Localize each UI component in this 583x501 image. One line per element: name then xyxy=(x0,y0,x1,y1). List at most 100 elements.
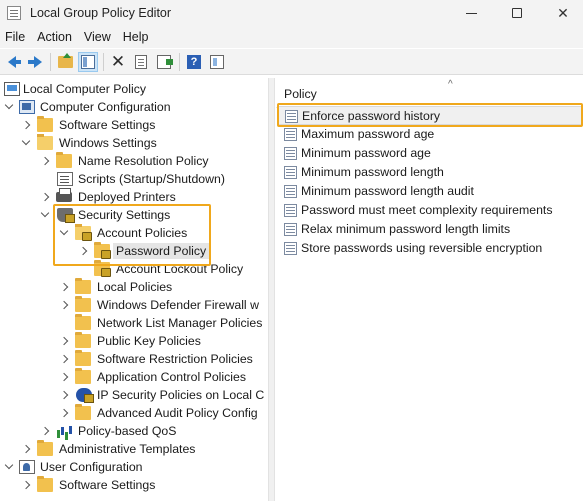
tree-item-user-software-settings[interactable]: Software Settings xyxy=(0,476,268,494)
tree-item-label: Account Lockout Policy xyxy=(116,262,244,276)
tree-item-label: Policy-based QoS xyxy=(78,424,177,438)
policy-row-minimum-password-length[interactable]: Minimum password length xyxy=(278,163,582,182)
policy-row-password-complexity[interactable]: Password must meet complexity requiremen… xyxy=(278,201,582,220)
toolbar-separator xyxy=(179,52,180,71)
tree-item-public-key-policies[interactable]: Public Key Policies xyxy=(0,332,268,350)
group-policy-editor-window: Local Group Policy Editor ✕ File Action … xyxy=(0,0,583,501)
tree-item-network-list-manager-policies[interactable]: Network List Manager Policies xyxy=(0,314,268,332)
up-one-level-button[interactable] xyxy=(55,52,75,72)
folder-icon xyxy=(37,476,53,492)
close-button[interactable]: ✕ xyxy=(540,0,583,26)
show-pane-button[interactable] xyxy=(207,52,227,72)
tree-item-user-configuration[interactable]: User Configuration xyxy=(0,458,268,476)
pane-splitter[interactable] xyxy=(268,78,275,501)
tree-item-security-settings[interactable]: Security Settings xyxy=(0,206,268,224)
tree-item-password-policy[interactable]: Password Policy xyxy=(0,242,268,260)
minimize-button[interactable] xyxy=(448,0,494,26)
menu-file[interactable]: File xyxy=(0,30,31,44)
qos-chart-icon xyxy=(56,424,72,438)
tree-item-label: IP Security Policies on Local C xyxy=(97,388,265,402)
policy-list-pane[interactable]: ^ Policy Enforce password history Maximu… xyxy=(276,78,583,501)
tree-item-local-computer-policy[interactable]: Local Computer Policy xyxy=(0,80,268,98)
properties-icon xyxy=(135,54,147,69)
chevron-right-icon[interactable] xyxy=(21,120,31,130)
chevron-down-icon[interactable] xyxy=(59,228,69,238)
export-list-button[interactable] xyxy=(154,52,174,72)
tree-item-scripts[interactable]: Scripts (Startup/Shutdown) xyxy=(0,170,268,188)
menu-action[interactable]: Action xyxy=(31,30,78,44)
maximize-button[interactable] xyxy=(494,0,540,26)
chevron-right-icon[interactable] xyxy=(59,282,69,292)
tree-item-label: Scripts (Startup/Shutdown) xyxy=(78,172,225,186)
chevron-right-icon[interactable] xyxy=(59,300,69,310)
scripts-icon xyxy=(57,172,73,186)
chevron-right-icon[interactable] xyxy=(40,192,50,202)
window-title: Local Group Policy Editor xyxy=(30,6,172,20)
menu-view[interactable]: View xyxy=(78,30,117,44)
chevron-right-icon[interactable] xyxy=(59,336,69,346)
tree-item-account-policies[interactable]: Account Policies xyxy=(0,224,268,242)
chevron-right-icon[interactable] xyxy=(40,426,50,436)
chevron-right-icon[interactable] xyxy=(59,354,69,364)
help-icon: ? xyxy=(187,54,201,69)
policy-row-maximum-password-age[interactable]: Maximum password age xyxy=(278,125,582,144)
chevron-right-icon[interactable] xyxy=(59,372,69,382)
up-folder-icon xyxy=(57,52,73,68)
show-hide-tree-icon xyxy=(81,54,95,69)
delete-button[interactable]: ✕ xyxy=(108,52,128,72)
export-list-icon xyxy=(157,54,173,69)
tree-item-policy-based-qos[interactable]: Policy-based QoS xyxy=(0,422,268,440)
show-hide-tree-button[interactable] xyxy=(78,51,98,72)
security-settings-icon xyxy=(57,208,75,223)
chevron-down-icon[interactable] xyxy=(21,138,31,148)
forward-icon xyxy=(28,55,42,68)
chevron-down-icon[interactable] xyxy=(40,210,50,220)
tree-item-administrative-templates[interactable]: Administrative Templates xyxy=(0,440,268,458)
menu-help[interactable]: Help xyxy=(117,30,155,44)
column-header-policy[interactable]: ^ Policy xyxy=(276,78,583,108)
tree-item-label: Name Resolution Policy xyxy=(78,154,209,168)
tree-pane[interactable]: Local Computer Policy Computer Configura… xyxy=(0,78,268,501)
forward-button[interactable] xyxy=(25,52,45,72)
chevron-right-icon[interactable] xyxy=(40,156,50,166)
chevron-down-icon[interactable] xyxy=(4,462,14,472)
tree-item-deployed-printers[interactable]: Deployed Printers xyxy=(0,188,268,206)
chevron-right-icon[interactable] xyxy=(78,246,88,256)
tree-item-software-restriction-policies[interactable]: Software Restriction Policies xyxy=(0,350,268,368)
policy-row-minimum-password-age[interactable]: Minimum password age xyxy=(278,144,582,163)
tree-item-name-resolution-policy[interactable]: Name Resolution Policy xyxy=(0,152,268,170)
tree-item-account-lockout-policy[interactable]: Account Lockout Policy xyxy=(0,260,268,278)
folder-icon xyxy=(75,350,91,366)
tree-item-windows-defender-firewall[interactable]: Windows Defender Firewall w xyxy=(0,296,268,314)
chevron-right-icon[interactable] xyxy=(59,408,69,418)
chevron-down-icon[interactable] xyxy=(4,102,14,112)
computer-icon xyxy=(4,82,20,96)
tree-item-windows-settings[interactable]: Windows Settings xyxy=(0,134,268,152)
chevron-right-icon[interactable] xyxy=(21,444,31,454)
properties-button[interactable] xyxy=(131,52,151,72)
tree-item-local-policies[interactable]: Local Policies xyxy=(0,278,268,296)
toolbar-separator xyxy=(50,52,51,71)
policy-row-relax-minimum-length[interactable]: Relax minimum password length limits xyxy=(278,220,582,239)
chevron-right-icon[interactable] xyxy=(59,390,69,400)
tree-item-advanced-audit-policy[interactable]: Advanced Audit Policy Config xyxy=(0,404,268,422)
close-icon: ✕ xyxy=(557,4,569,21)
locked-folder-icon xyxy=(75,224,92,241)
tree-item-ip-security-policies[interactable]: IP Security Policies on Local C xyxy=(0,386,268,404)
tree-item-computer-configuration[interactable]: Computer Configuration xyxy=(0,98,268,116)
policy-label: Store passwords using reversible encrypt… xyxy=(301,241,543,255)
locked-folder-icon xyxy=(94,260,111,277)
tree-item-label: Windows Defender Firewall w xyxy=(97,298,259,312)
policy-row-enforce-password-history[interactable]: Enforce password history xyxy=(278,106,582,125)
policy-row-minimum-password-length-audit[interactable]: Minimum password length audit xyxy=(278,182,582,201)
chevron-right-icon[interactable] xyxy=(21,480,31,490)
tree-item-software-settings[interactable]: Software Settings xyxy=(0,116,268,134)
tree-item-application-control-policies[interactable]: Application Control Policies xyxy=(0,368,268,386)
column-title: Policy xyxy=(284,87,317,101)
back-button[interactable] xyxy=(2,52,22,72)
help-button[interactable]: ? xyxy=(184,52,204,72)
folder-icon xyxy=(75,332,91,348)
minimize-icon xyxy=(465,12,477,14)
policy-row-reversible-encryption[interactable]: Store passwords using reversible encrypt… xyxy=(278,239,582,258)
policy-label: Enforce password history xyxy=(302,109,441,123)
